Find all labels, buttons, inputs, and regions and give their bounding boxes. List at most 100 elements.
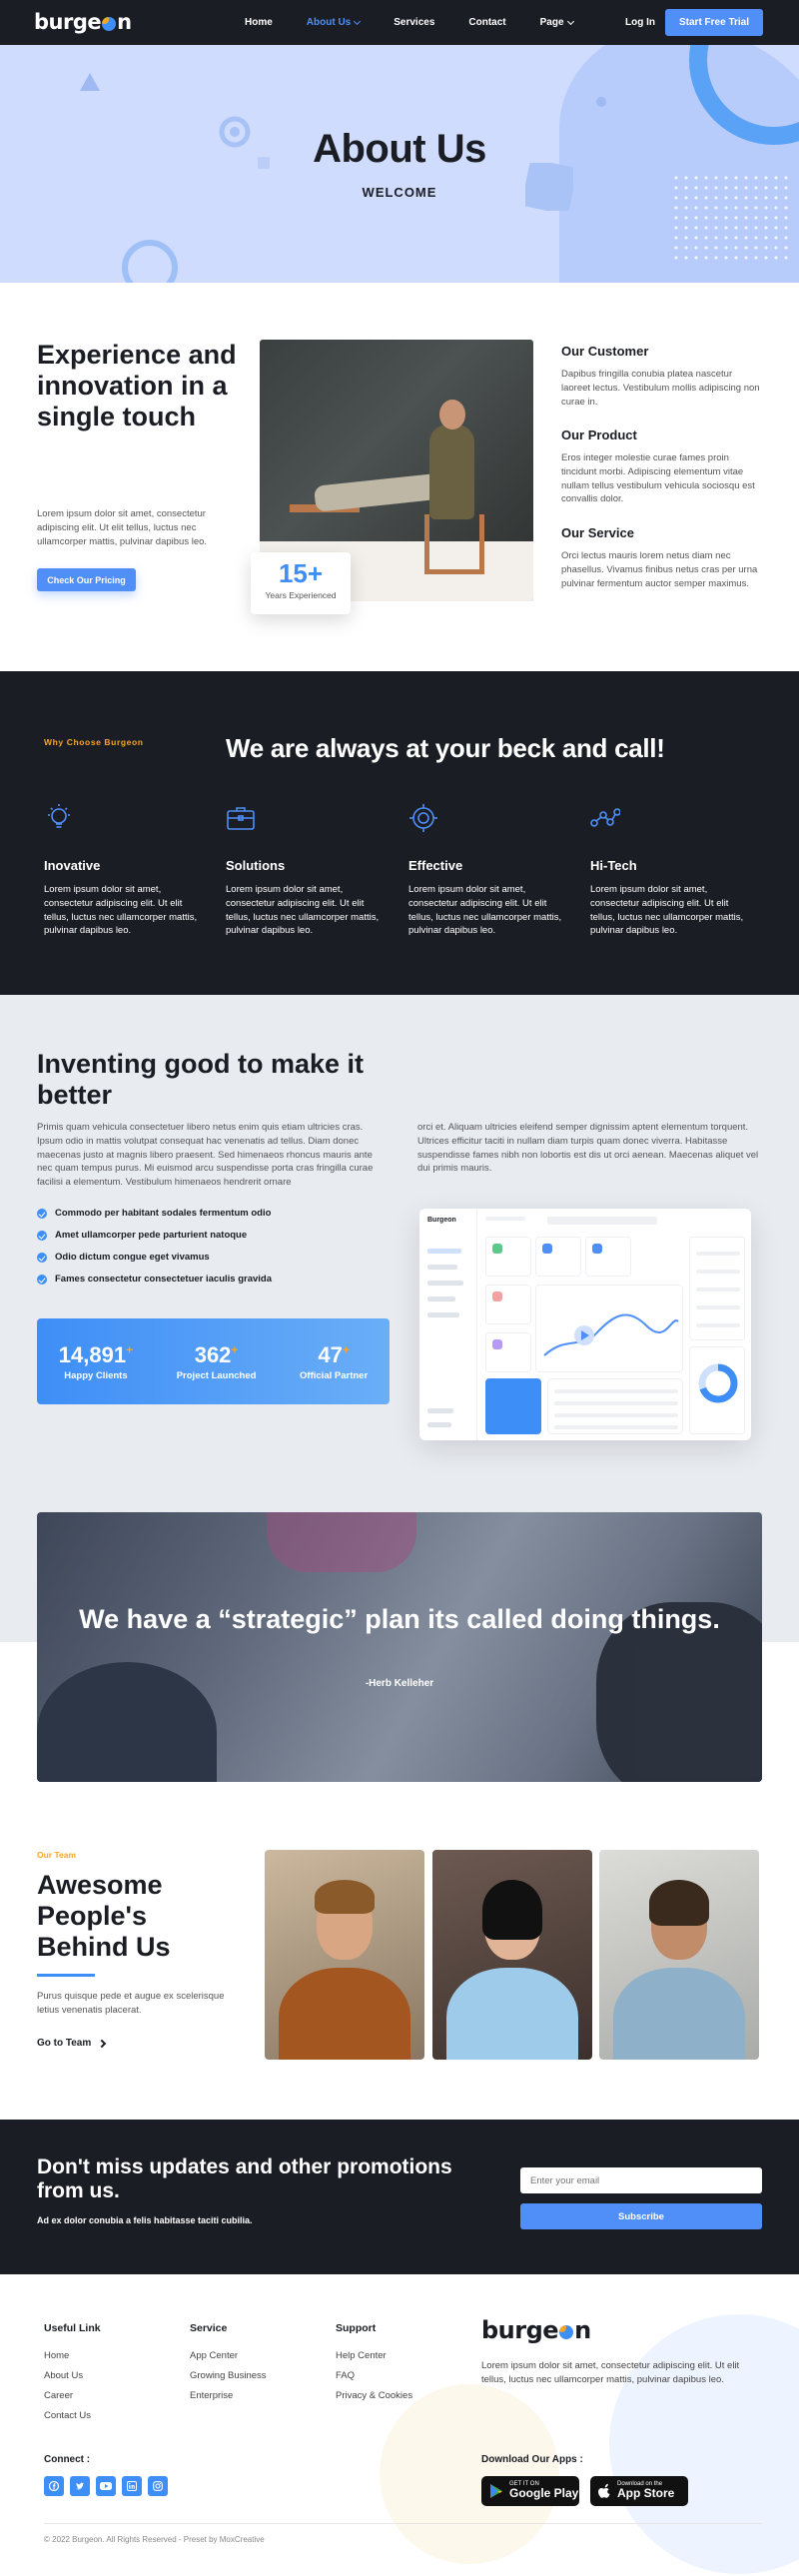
footer-bg-shape	[380, 2384, 559, 2564]
nav-home[interactable]: Home	[245, 17, 273, 28]
stat-suffix: +	[342, 1342, 350, 1357]
feature-card: Inovative Lorem ipsum dolor sit amet, co…	[44, 803, 204, 938]
dashboard-header-line	[485, 1217, 525, 1221]
footer-column: Support Help Center FAQ Privacy & Cookie…	[336, 2322, 412, 2410]
twitter-icon[interactable]	[70, 2476, 90, 2496]
dashboard-nav-line	[427, 1296, 455, 1301]
dashboard-donut-chart	[698, 1363, 738, 1403]
footer-link-enterprise[interactable]: Enterprise	[190, 2390, 267, 2401]
dot-shape-icon	[596, 97, 606, 107]
check-pricing-button[interactable]: Check Our Pricing	[37, 568, 136, 591]
stat-label: Happy Clients	[64, 1369, 128, 1381]
check-circle-icon	[37, 1252, 47, 1263]
checklist-text: Commodo per habitant sodales fermentum o…	[55, 1208, 272, 1219]
app-store-button[interactable]: Download on the App Store	[590, 2476, 688, 2506]
footer-link-help-center[interactable]: Help Center	[336, 2350, 412, 2361]
footer-link-contact[interactable]: Contact Us	[44, 2410, 101, 2421]
newsletter-heading: Don't miss updates and other promotions …	[37, 2155, 452, 2203]
youtube-icon[interactable]	[96, 2476, 116, 2496]
email-input[interactable]	[520, 2167, 762, 2193]
linkedin-icon[interactable]	[122, 2476, 142, 2496]
nav-links: Home About Us Services Contact Page	[245, 0, 607, 45]
experience-number: 15+	[278, 558, 324, 588]
hero-banner: About Us WELCOME	[0, 45, 799, 283]
footer-link-career[interactable]: Career	[44, 2390, 101, 2401]
footer-link-faq[interactable]: FAQ	[336, 2370, 412, 2381]
check-circle-icon	[37, 1230, 47, 1241]
dashboard-stat-card	[585, 1237, 631, 1277]
stat-number: 47	[318, 1341, 343, 1367]
stat-item: 14,891+ Happy Clients	[59, 1342, 133, 1381]
download-apps-label: Download Our Apps :	[481, 2454, 583, 2465]
photo-legs	[313, 472, 446, 512]
feature-text: Lorem ipsum dolor sit amet, consectetur …	[44, 884, 198, 937]
gear-icon	[409, 804, 437, 832]
go-to-team-link[interactable]: Go to Team	[37, 2038, 107, 2049]
footer-link-growing-business[interactable]: Growing Business	[190, 2370, 267, 2381]
instagram-icon[interactable]	[148, 2476, 168, 2496]
facebook-icon[interactable]	[44, 2476, 64, 2496]
dashboard-stat-card	[485, 1237, 531, 1277]
dashboard-stat-card	[485, 1332, 531, 1372]
stat-item: 47+ Official Partner	[300, 1342, 368, 1381]
nav-page[interactable]: Page	[539, 17, 574, 28]
experience-label: Years Experienced	[265, 590, 337, 600]
quote-overlay	[37, 1512, 762, 1782]
about-item-text: Eros integer molestie curae fames proin …	[561, 452, 755, 505]
photo-person	[429, 425, 474, 519]
check-circle-icon	[37, 1274, 47, 1285]
feature-text: Lorem ipsum dolor sit amet, consectetur …	[590, 884, 744, 937]
photo-head	[439, 400, 465, 429]
about-item-title: Our Product	[561, 428, 637, 442]
footer-link-privacy[interactable]: Privacy & Cookies	[336, 2390, 412, 2401]
hero-title: About Us	[313, 127, 486, 171]
login-link[interactable]: Log In	[625, 17, 655, 28]
checklist-item: Commodo per habitant sodales fermentum o…	[37, 1208, 271, 1219]
footer-brand-logo[interactable]: burge n	[481, 2316, 591, 2344]
dashboard-row	[696, 1305, 740, 1309]
member-body	[279, 1968, 410, 2060]
dashboard-sidebar: Burgeon	[419, 1209, 477, 1440]
nav-page-label: Page	[539, 17, 564, 28]
team-divider	[37, 1974, 95, 1977]
checklist-item: Odio dictum congue eget vivamus	[37, 1252, 210, 1263]
feature-text: Lorem ipsum dolor sit amet, consectetur …	[226, 884, 380, 937]
footer-column: Useful Link Home About Us Career Contact…	[44, 2322, 101, 2430]
nav-contact[interactable]: Contact	[468, 17, 505, 28]
feature-card: Hi-Tech Lorem ipsum dolor sit amet, cons…	[590, 803, 750, 938]
feature-text: Lorem ipsum dolor sit amet, consectetur …	[408, 884, 562, 937]
photo-chair	[424, 514, 484, 574]
nav-about-us[interactable]: About Us	[306, 17, 362, 28]
stat-item: 362+ Project Launched	[177, 1342, 257, 1381]
store-big-text: App Store	[617, 2486, 675, 2501]
chevron-down-icon	[566, 17, 574, 25]
footer-link-app-center[interactable]: App Center	[190, 2350, 267, 2361]
footer-link-home[interactable]: Home	[44, 2350, 101, 2361]
checklist-text: Fames consectetur consectetuer iaculis g…	[55, 1274, 273, 1285]
feature-card: Solutions Lorem ipsum dolor sit amet, co…	[226, 803, 386, 938]
footer-link-about[interactable]: About Us	[44, 2370, 101, 2381]
dashboard-analytics-card	[535, 1285, 683, 1372]
dashboard-nav-line	[427, 1408, 453, 1413]
google-play-button[interactable]: GET IT ON Google Play	[481, 2476, 579, 2506]
go-to-team-label: Go to Team	[37, 2038, 92, 2049]
about-item: Our Product Eros integer molestie curae …	[561, 428, 761, 506]
dashboard-row	[554, 1413, 678, 1417]
dashboard-row	[696, 1323, 740, 1327]
about-heading: Experience and innovation in a single to…	[37, 340, 237, 432]
subscribe-button[interactable]: Subscribe	[520, 2203, 762, 2229]
feature-title: Solutions	[226, 858, 286, 873]
top-navbar: burge n Home About Us Services Contact Pa…	[0, 0, 799, 45]
team-tag: Our Team	[37, 1850, 77, 1860]
start-trial-button[interactable]: Start Free Trial	[665, 9, 763, 36]
experience-badge: 15+ Years Experienced	[251, 552, 351, 614]
footer: Useful Link Home About Us Career Contact…	[0, 2274, 799, 2576]
quote-text: We have a “strategic” plan its called do…	[79, 1604, 720, 1634]
why-tag: Why Choose Burgeon	[44, 737, 144, 747]
nav-services[interactable]: Services	[394, 17, 434, 28]
nav-about-label: About Us	[306, 17, 352, 28]
dashboard-nav-line	[427, 1312, 459, 1317]
brand-logo[interactable]: burge n	[34, 10, 132, 34]
footer-column: Service App Center Growing Business Ente…	[190, 2322, 267, 2410]
google-play-icon	[490, 2484, 502, 2498]
